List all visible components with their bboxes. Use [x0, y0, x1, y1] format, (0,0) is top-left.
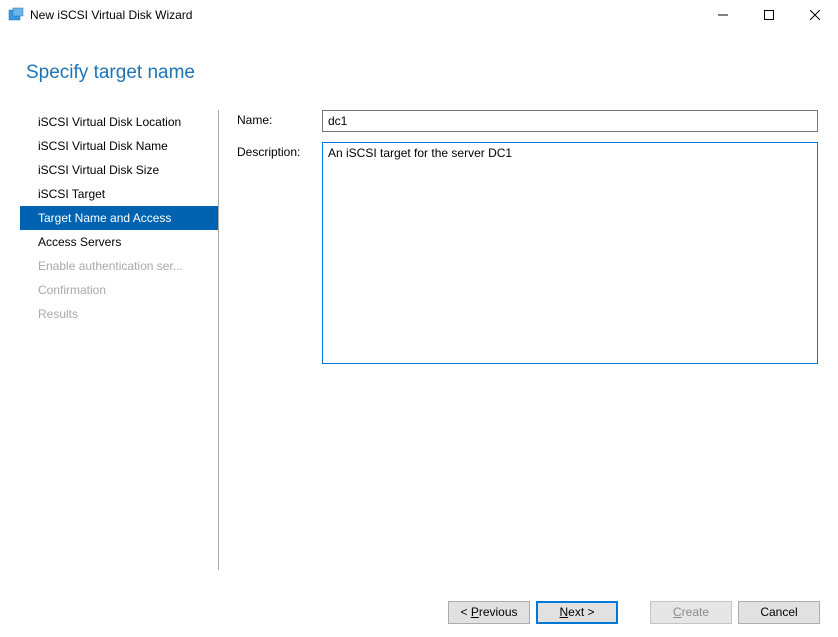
minimize-button[interactable]: [700, 0, 746, 30]
step-target-name-access[interactable]: Target Name and Access: [20, 206, 218, 230]
previous-button[interactable]: < Previous: [448, 601, 530, 624]
titlebar: New iSCSI Virtual Disk Wizard: [0, 0, 838, 30]
footer: < Previous Next > Create Cancel: [0, 587, 838, 637]
description-label: Description:: [237, 142, 322, 159]
step-disk-location[interactable]: iSCSI Virtual Disk Location: [20, 110, 218, 134]
window-title: New iSCSI Virtual Disk Wizard: [30, 8, 700, 22]
close-button[interactable]: [792, 0, 838, 30]
step-confirmation: Confirmation: [20, 278, 218, 302]
step-disk-size[interactable]: iSCSI Virtual Disk Size: [20, 158, 218, 182]
step-disk-name[interactable]: iSCSI Virtual Disk Name: [20, 134, 218, 158]
step-results: Results: [20, 302, 218, 326]
wizard-body: iSCSI Virtual Disk Location iSCSI Virtua…: [20, 104, 818, 587]
name-label: Name:: [237, 110, 322, 127]
content-area: Specify target name iSCSI Virtual Disk L…: [0, 30, 838, 587]
step-access-servers[interactable]: Access Servers: [20, 230, 218, 254]
form-area: Name: Description:: [237, 104, 818, 587]
create-button: Create: [650, 601, 732, 624]
wizard-steps: iSCSI Virtual Disk Location iSCSI Virtua…: [20, 104, 218, 587]
vertical-divider: [218, 110, 219, 570]
step-target[interactable]: iSCSI Target: [20, 182, 218, 206]
next-button[interactable]: Next >: [536, 601, 618, 624]
window-controls: [700, 0, 838, 29]
description-input[interactable]: [322, 142, 818, 364]
step-authentication: Enable authentication ser...: [20, 254, 218, 278]
name-input[interactable]: [322, 110, 818, 132]
maximize-button[interactable]: [746, 0, 792, 30]
page-title: Specify target name: [26, 62, 818, 84]
cancel-button[interactable]: Cancel: [738, 601, 820, 624]
app-icon: [8, 7, 24, 23]
